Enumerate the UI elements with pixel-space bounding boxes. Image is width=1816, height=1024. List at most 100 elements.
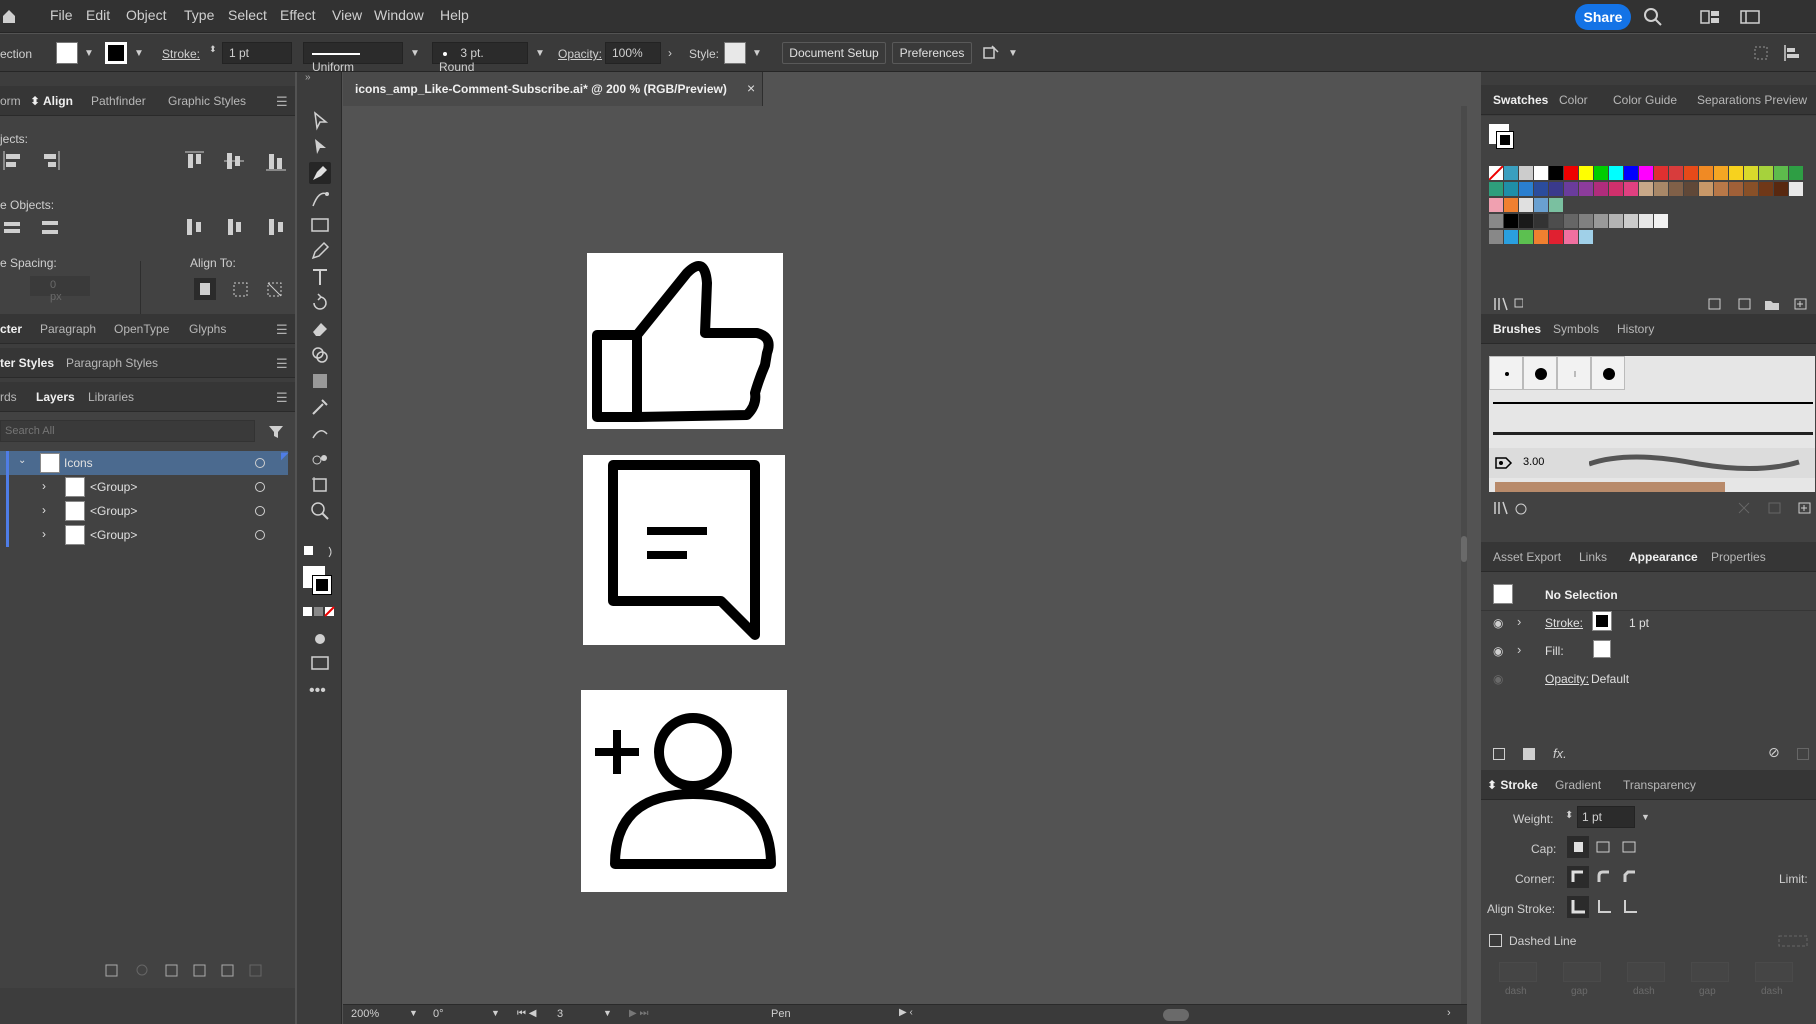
menu-object[interactable]: Object: [126, 7, 166, 23]
chevron-right-icon[interactable]: ›: [1517, 614, 1521, 629]
pencil-tool-icon[interactable]: [309, 240, 331, 262]
tab-gradient[interactable]: Gradient: [1555, 778, 1601, 792]
chevron-down-icon[interactable]: ▼: [603, 1008, 612, 1018]
stroke-weight-field[interactable]: 1 pt: [222, 42, 292, 64]
swatch[interactable]: [1489, 182, 1503, 196]
swatch[interactable]: [1624, 182, 1638, 196]
next-artboard-icon[interactable]: ▶ ⏭: [629, 1008, 648, 1019]
share-button[interactable]: Share: [1575, 4, 1631, 30]
chevron-right-icon[interactable]: ›: [1447, 1007, 1451, 1019]
distribute-horizontal-icons[interactable]: [184, 216, 288, 238]
swatch[interactable]: [1564, 230, 1578, 244]
brush-pattern[interactable]: [1495, 482, 1725, 492]
artboard-tool-icon[interactable]: [309, 474, 331, 496]
tab-align[interactable]: ⬍ Align: [30, 94, 73, 108]
chevron-down-icon[interactable]: ⌄: [18, 455, 26, 466]
close-icon[interactable]: ×: [747, 80, 755, 96]
eye-icon[interactable]: ◉: [1493, 616, 1503, 630]
chevron-right-icon[interactable]: ›: [42, 479, 46, 493]
dashed-line-checkbox[interactable]: [1489, 934, 1502, 947]
swatch[interactable]: [1519, 214, 1533, 228]
stroke-label[interactable]: Stroke:: [162, 47, 200, 61]
target-icon[interactable]: [255, 458, 265, 468]
swatch[interactable]: [1519, 166, 1533, 180]
swatch-footer-icons[interactable]: [1707, 296, 1807, 312]
swatch[interactable]: [1579, 166, 1593, 180]
swatch[interactable]: [1549, 166, 1563, 180]
weight-field[interactable]: 1 pt: [1577, 806, 1635, 828]
stroke-label[interactable]: Stroke:: [1545, 616, 1583, 630]
clear-appearance-icon[interactable]: ⊘: [1768, 744, 1780, 761]
eye-icon[interactable]: ◉: [1493, 644, 1503, 658]
layers-footer-icons[interactable]: [104, 962, 264, 980]
canvas[interactable]: [343, 106, 1467, 1006]
swatch[interactable]: [1549, 198, 1563, 212]
duplicate-item-icon[interactable]: [1797, 748, 1809, 760]
eye-icon[interactable]: ◉: [1493, 672, 1503, 686]
zoom-level[interactable]: 200%: [351, 1008, 379, 1020]
brush-round-light[interactable]: [1557, 356, 1591, 390]
tab-swatches[interactable]: Swatches: [1493, 93, 1548, 107]
menu-file[interactable]: File: [50, 7, 73, 23]
workspace-icon[interactable]: [1700, 9, 1720, 25]
swatch[interactable]: [1609, 214, 1623, 228]
pen-tool-icon[interactable]: [309, 162, 331, 184]
stepper-icon[interactable]: ⬍: [1565, 810, 1573, 821]
align-to-icons[interactable]: [194, 278, 288, 300]
panel-menu-icon[interactable]: ☰: [276, 322, 288, 338]
swatch[interactable]: [1549, 214, 1563, 228]
symbol-sprayer-tool-icon[interactable]: [309, 448, 331, 470]
tab-brushes[interactable]: Brushes: [1493, 322, 1541, 336]
layers-search-input[interactable]: [0, 420, 255, 442]
preferences-button[interactable]: Preferences: [892, 42, 972, 64]
tab-history[interactable]: History: [1617, 322, 1654, 336]
swatch[interactable]: [1774, 182, 1788, 196]
swatch[interactable]: [1609, 182, 1623, 196]
target-icon[interactable]: [255, 482, 265, 492]
swatch[interactable]: [1744, 166, 1758, 180]
tab-artboards[interactable]: rds: [0, 390, 17, 404]
dash-field[interactable]: [1499, 962, 1537, 982]
tab-symbols[interactable]: Symbols: [1553, 322, 1599, 336]
swatch[interactable]: [1594, 182, 1608, 196]
horizontal-scroll-thumb[interactable]: [1163, 1009, 1189, 1021]
tab-glyphs[interactable]: Glyphs: [189, 322, 226, 336]
stroke-swatch[interactable]: [1496, 131, 1514, 149]
tab-pathfinder[interactable]: Pathfinder: [91, 94, 146, 108]
dash-field[interactable]: [1755, 962, 1793, 982]
swatch[interactable]: [1759, 182, 1773, 196]
swatch[interactable]: [1504, 230, 1518, 244]
layer-row-group[interactable]: › <Group>: [0, 499, 288, 523]
chevron-right-icon[interactable]: ›: [1517, 642, 1521, 657]
swatch[interactable]: [1594, 214, 1608, 228]
tab-libraries[interactable]: Libraries: [88, 390, 134, 404]
chevron-right-icon[interactable]: ›: [42, 503, 46, 517]
swatch[interactable]: [1564, 182, 1578, 196]
opacity-label[interactable]: Opacity:: [558, 47, 602, 61]
swatch[interactable]: [1489, 230, 1503, 244]
stroke-swatch[interactable]: [1592, 611, 1612, 631]
tab-transform[interactable]: orm: [0, 94, 21, 108]
brush-row-selected[interactable]: 3.00: [1489, 448, 1815, 478]
artboard-like[interactable]: [587, 253, 783, 429]
arrange-documents-icon[interactable]: [1740, 9, 1760, 25]
swatch[interactable]: [1684, 166, 1698, 180]
variable-width-profile[interactable]: Uniform: [303, 42, 403, 74]
gap-field[interactable]: [1691, 962, 1729, 982]
swatch[interactable]: [1519, 182, 1533, 196]
default-fill-stroke-icon[interactable]: [303, 544, 337, 562]
swatch[interactable]: [1669, 166, 1683, 180]
swatch[interactable]: [1624, 214, 1638, 228]
blend-tool-icon[interactable]: [309, 422, 331, 444]
align-stroke-buttons[interactable]: [1567, 896, 1647, 918]
tab-links[interactable]: Links: [1579, 550, 1607, 564]
stroke-color-icon[interactable]: [312, 575, 332, 595]
home-icon[interactable]: [2, 8, 16, 24]
brush-line-2[interactable]: [1493, 432, 1813, 435]
layer-row-icons[interactable]: ⌄ Icons ◤: [0, 451, 289, 475]
menu-type[interactable]: Type: [184, 7, 214, 23]
menu-select[interactable]: Select: [228, 7, 267, 23]
chevron-down-icon[interactable]: ▼: [84, 48, 94, 59]
swatch[interactable]: [1579, 182, 1593, 196]
swatch[interactable]: [1789, 166, 1803, 180]
